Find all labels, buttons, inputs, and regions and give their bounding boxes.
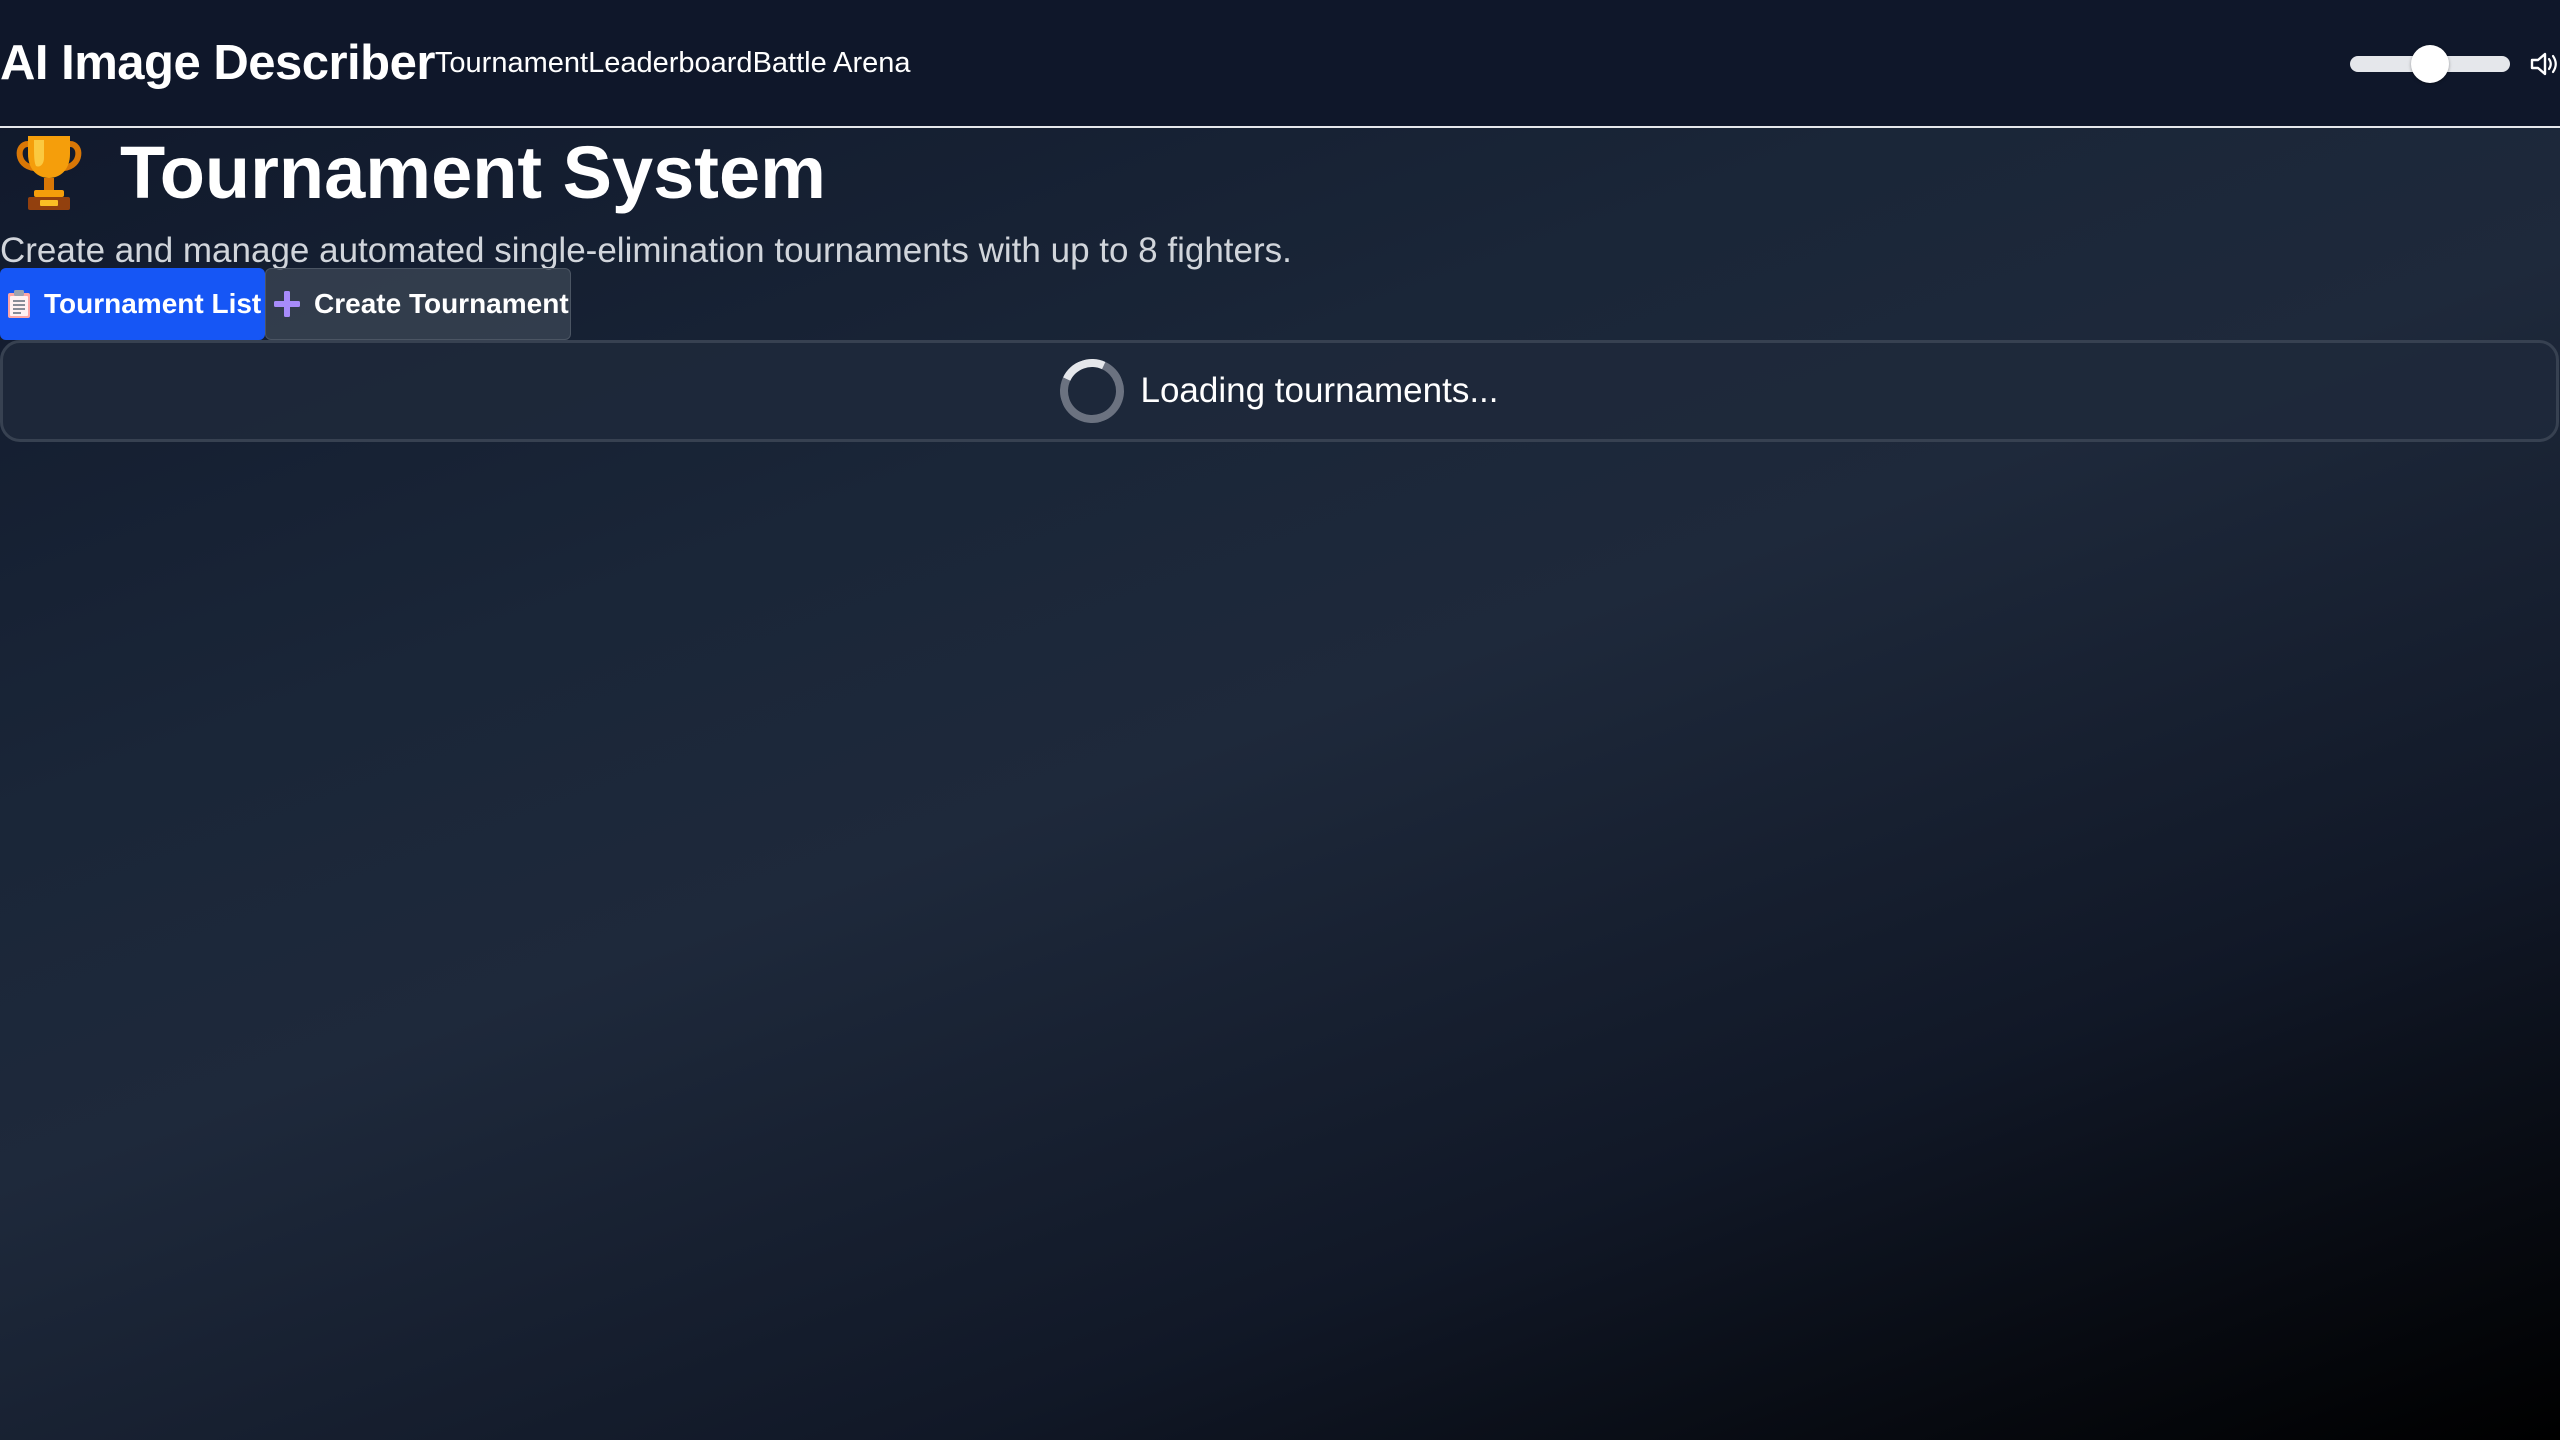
tab-tournament-list[interactable]: Tournament List <box>0 268 265 340</box>
plus-icon <box>274 291 300 317</box>
top-bar: AI Image Describer Tournament Leaderboar… <box>0 0 2560 128</box>
page-title: Tournament System <box>120 130 826 214</box>
spinner-icon <box>1051 349 1134 433</box>
tab-tournament-list-label: Tournament List <box>44 288 262 319</box>
nav-link-tournament[interactable]: Tournament <box>435 47 588 80</box>
tab-create-tournament-label: Create Tournament <box>314 288 569 319</box>
tournament-tabs: Tournament List Create Tournament <box>0 268 571 340</box>
page-subtitle: Create and manage automated single-elimi… <box>0 231 1292 270</box>
title-row: Tournament System <box>0 130 2560 214</box>
page-header: Tournament System Create and manage auto… <box>0 128 2560 272</box>
nav-link-leaderboard[interactable]: Leaderboard <box>588 47 752 80</box>
trophy-icon <box>16 136 82 210</box>
audio-controls <box>2350 0 2560 128</box>
loading-panel: Loading tournaments... <box>0 340 2559 442</box>
loading-message: Loading tournaments... <box>1140 371 1499 410</box>
tab-create-tournament[interactable]: Create Tournament <box>265 268 571 340</box>
speaker-icon[interactable] <box>2528 48 2560 80</box>
app-brand[interactable]: AI Image Describer <box>0 35 435 91</box>
main-nav: Tournament Leaderboard Battle Arena <box>435 47 911 80</box>
volume-slider[interactable] <box>2350 45 2510 83</box>
nav-link-battle-arena[interactable]: Battle Arena <box>753 47 911 80</box>
volume-slider-thumb[interactable] <box>2411 45 2449 83</box>
clipboard-icon <box>8 290 30 318</box>
